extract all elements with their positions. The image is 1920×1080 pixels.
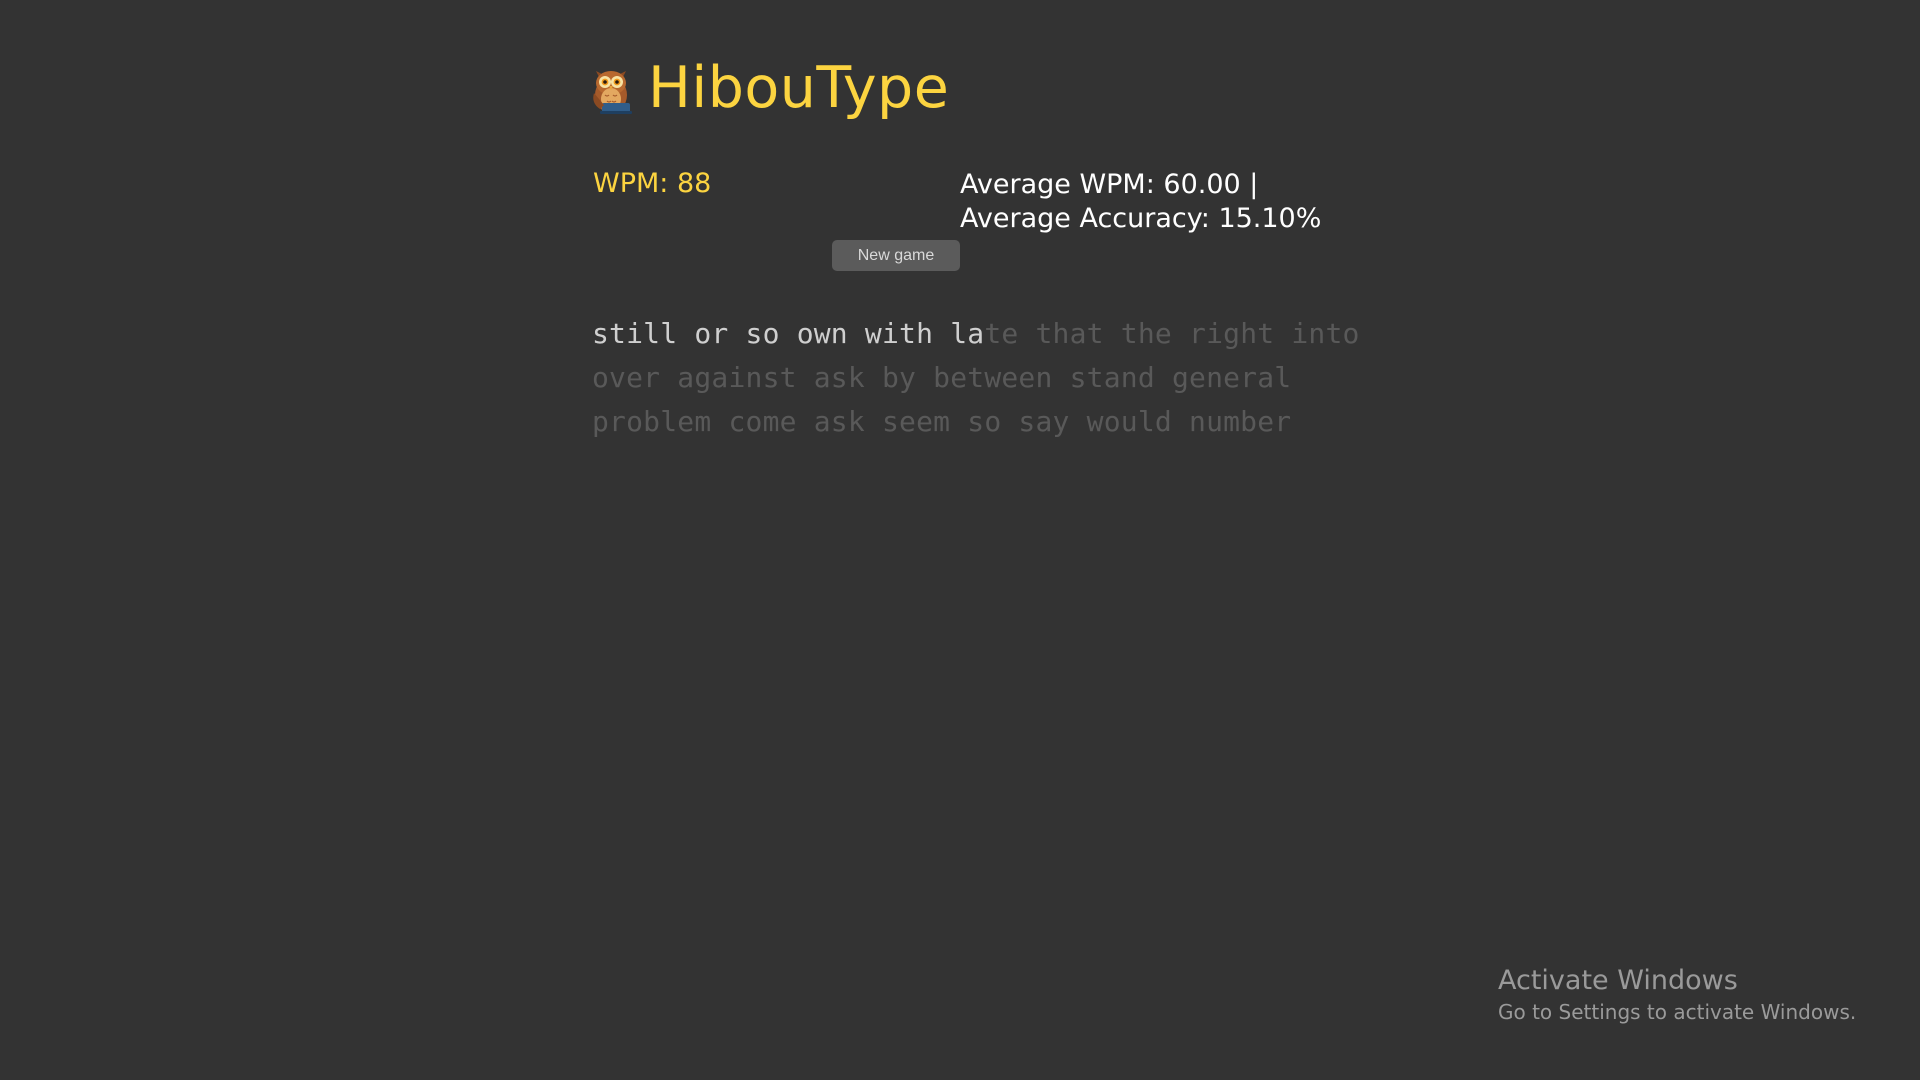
average-accuracy: Average Accuracy: 15.10% <box>960 203 1322 234</box>
watermark-subtitle: Go to Settings to activate Windows. <box>1498 1000 1857 1024</box>
activation-watermark: Activate Windows Go to Settings to activ… <box>1498 964 1856 1026</box>
text-line-1: still or so own with late that the right… <box>592 312 1359 356</box>
owl-icon <box>593 70 632 114</box>
text-line-3: problem come ask seem so say would numbe… <box>592 400 1352 444</box>
typing-app: HibouType WPM: 88 Average WPM: 60.00 | A… <box>0 0 1920 1080</box>
average-stats: Average WPM: 60.00 | Average Accuracy: 1… <box>960 168 1321 236</box>
watermark-title: Activate Windows <box>1498 965 1738 996</box>
untyped-text: over against ask by between stand genera… <box>592 361 1292 394</box>
typing-text-area[interactable]: still or so own with late that the right… <box>592 312 1359 444</box>
typed-text: still or so own with la <box>592 317 985 350</box>
text-line-2: over against ask by between stand genera… <box>592 356 1352 400</box>
app-header: HibouType <box>588 60 949 117</box>
untyped-text: te that the right into <box>984 317 1360 350</box>
untyped-text: problem come ask seem so say would numbe… <box>592 405 1292 438</box>
average-wpm: Average WPM: 60.00 | <box>960 169 1259 200</box>
new-game-button[interactable]: New game <box>832 240 960 271</box>
current-wpm: WPM: 88 <box>593 168 712 199</box>
app-title: HibouType <box>648 55 950 121</box>
